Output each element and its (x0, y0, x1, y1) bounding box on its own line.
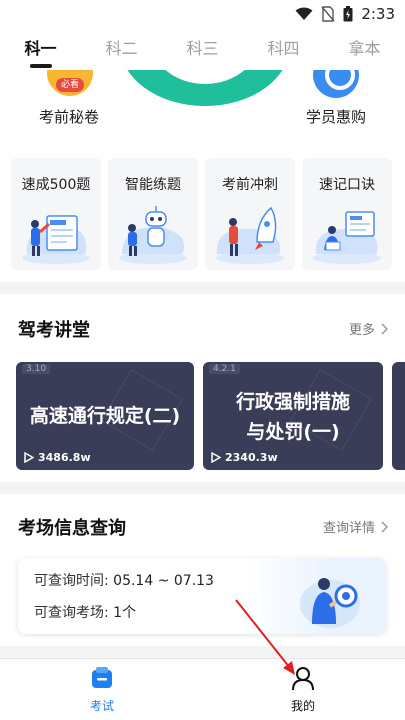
exam-site-key: 可查询考场: (34, 605, 109, 621)
exam-time-row: 可查询时间: 05.14 ~ 07.13 (34, 570, 214, 590)
tab-get-license[interactable]: 拿本 (324, 30, 405, 70)
rocket-icon (216, 206, 284, 264)
feature-card-title: 智能练题 (125, 177, 181, 193)
feature-card-mnemonics[interactable]: 速记口诀 (302, 158, 392, 270)
feature-cards: 速成500题 智能练题 考前冲刺 速记口诀 (0, 142, 405, 282)
tab-subject-1[interactable]: 科一 (0, 30, 81, 70)
bottom-nav: 考试 我的 (0, 658, 405, 720)
video-title-line-1: 行政强制措施 (235, 391, 350, 413)
lecture-title: 驾考讲堂 (18, 320, 90, 341)
nav-exam-label: 考试 (89, 699, 114, 713)
wifi-icon (295, 7, 313, 20)
chevron-right-icon (381, 322, 389, 335)
exam-site-row: 可查询考场: 1个 (34, 602, 136, 622)
tab-subject-2[interactable]: 科二 (81, 30, 162, 70)
exam-info-detail-link[interactable]: 查询详情 (323, 517, 389, 536)
feature-card-title: 考前冲刺 (222, 177, 278, 193)
video-tag: 3.10 (22, 364, 51, 374)
quick-entries: 必看 考前秘卷 学员惠购 (0, 70, 405, 142)
video-play-count: 2340.3w (211, 451, 278, 464)
subject-tabs: 科一 科二 科三 科四 拿本 (0, 30, 405, 70)
status-icons: 2:33 (295, 5, 395, 23)
nav-exam[interactable]: 考试 (52, 665, 152, 714)
lecture-section: 驾考讲堂 更多 3.10 高速通行规定(二) 3486.8w 4.2.1 行政强… (0, 294, 405, 482)
status-time: 2:33 (361, 5, 395, 23)
exam-info-title: 考场信息查询 (18, 518, 126, 539)
video-card-enforcement[interactable]: 4.2.1 行政强制措施 与处罚(一) 2340.3w (203, 362, 383, 470)
video-play-count: 3486.8w (24, 451, 91, 464)
feature-card-title: 速记口诀 (319, 177, 375, 193)
video-tag: 4.2.1 (209, 364, 240, 374)
lecture-more-link[interactable]: 更多 (349, 319, 389, 338)
notebook-icon (313, 211, 381, 264)
tab-subject-4[interactable]: 科四 (243, 30, 324, 70)
exam-info-section: 考场信息查询 查询详情 可查询时间: 05.14 ~ 07.13 可查询考场: … (0, 494, 405, 646)
nav-mine-label: 我的 (290, 699, 315, 713)
tab-subject-3[interactable]: 科三 (162, 30, 243, 70)
more-label: 更多 (348, 323, 375, 338)
play-count-value: 2340.3w (225, 451, 278, 464)
search-person-illustration (300, 578, 360, 628)
detail-label: 查询详情 (322, 521, 375, 536)
battery-icon (343, 6, 353, 22)
book-500-icon (22, 215, 90, 264)
play-icon (211, 452, 221, 463)
feature-card-sprint[interactable]: 考前冲刺 (205, 158, 295, 270)
play-icon (24, 452, 34, 463)
feature-card-title: 速成500题 (21, 177, 91, 193)
user-icon (292, 667, 314, 691)
exam-site-value: 1个 (113, 605, 137, 621)
student-deals-icon (313, 70, 359, 98)
video-card-expressway[interactable]: 3.10 高速通行规定(二) 3486.8w (16, 362, 194, 470)
must-see-badge: 必看 (56, 78, 84, 92)
exam-papers-label: 考前秘卷 (38, 108, 99, 126)
feature-card-500[interactable]: 速成500题 (11, 158, 101, 270)
chevron-right-icon (381, 520, 389, 533)
exam-time-value: 05.14 ~ 07.13 (113, 573, 214, 589)
nav-mine[interactable]: 我的 (253, 665, 353, 714)
progress-ring-graphic (120, 70, 290, 106)
feature-card-smart-practice[interactable]: 智能练题 (108, 158, 198, 270)
video-card-partial[interactable] (392, 362, 405, 470)
video-title-line-2: 与处罚(一) (246, 421, 340, 443)
robot-icon (119, 206, 187, 264)
no-sim-icon (321, 6, 335, 22)
exam-icon (92, 667, 112, 688)
student-deals-label: 学员惠购 (305, 108, 366, 126)
video-title: 高速通行规定(二) (29, 405, 181, 427)
exam-info-card[interactable]: 可查询时间: 05.14 ~ 07.13 可查询考场: 1个 (18, 558, 386, 634)
exam-time-key: 可查询时间: (34, 573, 109, 589)
play-count-value: 3486.8w (38, 451, 91, 464)
status-bar: 2:33 (0, 0, 405, 30)
